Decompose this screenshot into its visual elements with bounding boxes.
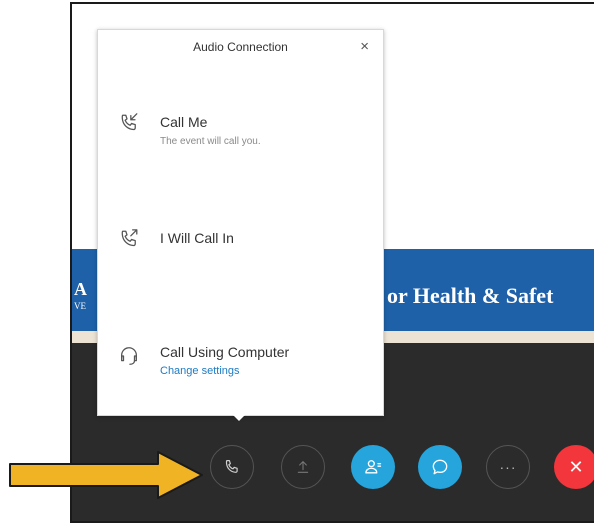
- phone-icon: [225, 460, 238, 473]
- audio-connection-popup: Audio Connection × Call Me The event wil…: [97, 29, 384, 416]
- option-i-will-call-in[interactable]: I Will Call In: [98, 228, 383, 288]
- banner-left-subtext: VE: [74, 301, 86, 311]
- banner-title: or Health & Safet: [387, 283, 554, 308]
- call-me-icon: [121, 113, 138, 131]
- option-call-me-description: The event will call you.: [160, 136, 261, 147]
- leave-button[interactable]: ✕: [554, 445, 594, 489]
- popup-pointer: [228, 410, 250, 421]
- headset-icon: [121, 347, 137, 365]
- share-button[interactable]: [281, 445, 325, 489]
- banner-left-text: A: [74, 279, 87, 299]
- popup-title: Audio Connection: [193, 40, 288, 54]
- participants-button[interactable]: [351, 445, 395, 489]
- option-call-using-computer-label: Call Using Computer: [160, 344, 290, 360]
- option-i-will-call-in-label: I Will Call In: [160, 230, 234, 246]
- option-call-using-computer[interactable]: Call Using Computer Change settings: [98, 342, 383, 402]
- more-button[interactable]: ···: [486, 445, 530, 489]
- participants-icon: [365, 460, 382, 474]
- chat-icon: [432, 459, 448, 475]
- upload-icon: [297, 461, 309, 473]
- close-icon[interactable]: ×: [360, 38, 369, 55]
- chat-button[interactable]: [418, 445, 462, 489]
- highlight-arrow-icon: [9, 451, 203, 499]
- more-icon: ···: [499, 459, 517, 475]
- option-call-me[interactable]: Call Me The event will call you.: [98, 112, 383, 172]
- call-in-icon: [121, 229, 138, 247]
- close-icon: ✕: [568, 456, 584, 477]
- change-settings-link[interactable]: Change settings: [160, 365, 240, 377]
- option-call-me-label: Call Me: [160, 114, 208, 130]
- audio-button[interactable]: [210, 445, 254, 489]
